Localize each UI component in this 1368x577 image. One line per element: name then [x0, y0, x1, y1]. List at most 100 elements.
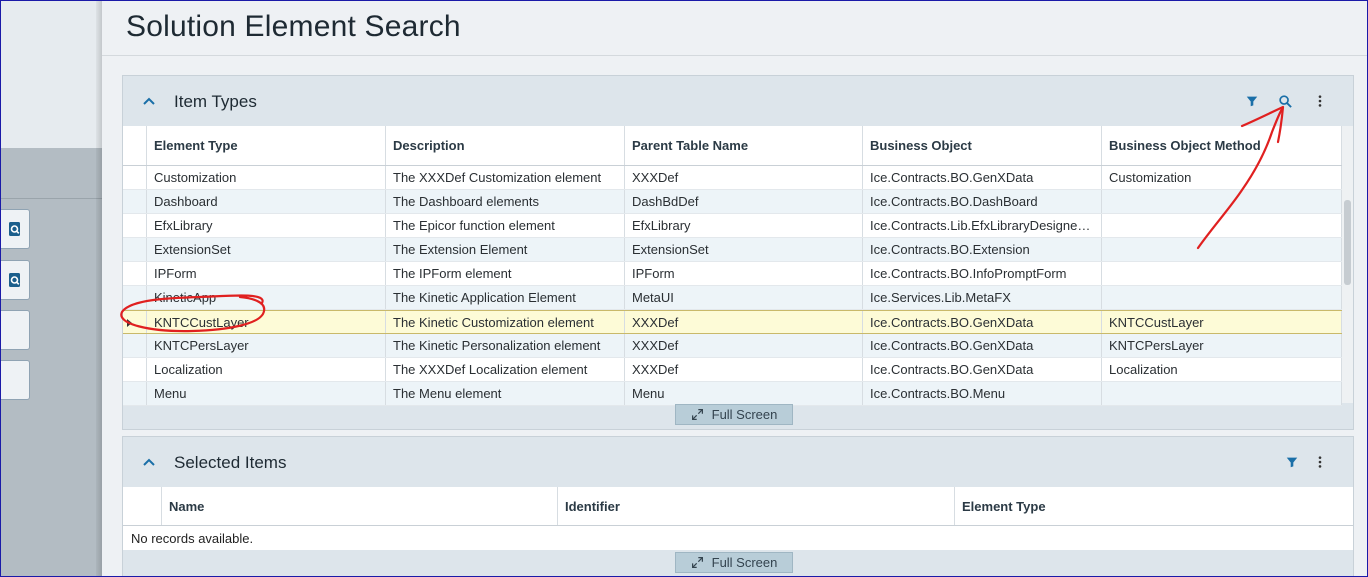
item-types-scroll-thumb[interactable]	[1344, 200, 1351, 285]
cell-business-object-method[interactable]: KNTCCustLayer	[1102, 311, 1342, 333]
cell-element-type[interactable]: KineticApp	[147, 286, 386, 309]
cell-business-object[interactable]: Ice.Contracts.BO.GenXData	[863, 166, 1102, 189]
row-indicator[interactable]	[123, 166, 147, 189]
cell-parent-table-name[interactable]: Menu	[625, 382, 863, 405]
cell-business-object-method[interactable]	[1102, 238, 1342, 261]
table-row[interactable]: Dashboard The Dashboard elements DashBdDef…	[123, 190, 1342, 214]
cell-parent-table-name[interactable]: XXXDef	[625, 311, 863, 333]
cell-business-object-method[interactable]	[1102, 214, 1342, 237]
row-indicator[interactable]	[123, 311, 147, 333]
filter-icon[interactable]	[1244, 93, 1260, 109]
cell-parent-table-name[interactable]: MetaUI	[625, 286, 863, 309]
row-indicator[interactable]	[123, 358, 147, 381]
column-header-description[interactable]: Description	[386, 126, 625, 165]
selected-items-full-screen-button[interactable]: Full Screen	[675, 552, 793, 573]
row-indicator[interactable]	[123, 214, 147, 237]
cell-parent-table-name[interactable]: EfxLibrary	[625, 214, 863, 237]
table-row[interactable]: ExtensionSet The Extension Element Extensi…	[123, 238, 1342, 262]
row-indicator[interactable]	[123, 238, 147, 261]
filter-icon[interactable]	[1284, 454, 1300, 470]
left-search-button-1[interactable]	[0, 209, 30, 249]
column-header-parent-table-name[interactable]: Parent Table Name	[625, 126, 863, 165]
cell-business-object-method[interactable]	[1102, 286, 1342, 309]
left-button-4[interactable]	[0, 360, 30, 400]
cell-business-object[interactable]: Ice.Contracts.BO.GenXData	[863, 311, 1102, 333]
item-types-scrollbar[interactable]	[1342, 126, 1353, 403]
cell-description[interactable]: The XXXDef Localization element	[386, 358, 625, 381]
column-header-element-type[interactable]: Element Type	[147, 126, 386, 165]
row-indicator[interactable]	[123, 334, 147, 357]
cell-parent-table-name[interactable]: IPForm	[625, 262, 863, 285]
row-indicator[interactable]	[123, 286, 147, 309]
cell-description[interactable]: The Kinetic Personalization element	[386, 334, 625, 357]
cell-business-object[interactable]: Ice.Contracts.BO.Menu	[863, 382, 1102, 405]
chevron-up-icon[interactable]	[141, 93, 157, 109]
cell-parent-table-name[interactable]: XXXDef	[625, 358, 863, 381]
cell-business-object[interactable]: Ice.Contracts.Lib.EfxLibraryDesigne…	[863, 214, 1102, 237]
left-search-button-2[interactable]	[0, 260, 30, 300]
cell-description[interactable]: The Dashboard elements	[386, 190, 625, 213]
column-header-identifier[interactable]: Identifier	[558, 487, 955, 525]
row-indicator[interactable]	[123, 190, 147, 213]
table-row[interactable]: KNTCCustLayer The Kinetic Customization e…	[123, 310, 1342, 334]
cell-business-object[interactable]: Ice.Contracts.BO.GenXData	[863, 334, 1102, 357]
cell-element-type[interactable]: Customization	[147, 166, 386, 189]
cell-element-type[interactable]: Localization	[147, 358, 386, 381]
table-row[interactable]: Localization The XXXDef Localization elem…	[123, 358, 1342, 382]
row-indicator[interactable]	[123, 262, 147, 285]
cell-parent-table-name[interactable]: XXXDef	[625, 166, 863, 189]
cell-business-object[interactable]: Ice.Contracts.BO.InfoPromptForm	[863, 262, 1102, 285]
cell-business-object-method[interactable]	[1102, 262, 1342, 285]
cell-description[interactable]: The Extension Element	[386, 238, 625, 261]
more-vertical-icon[interactable]	[1312, 454, 1328, 470]
table-row[interactable]: Customization The XXXDef Customization el…	[123, 166, 1342, 190]
cell-description[interactable]: The Epicor function element	[386, 214, 625, 237]
chevron-up-icon[interactable]	[141, 454, 157, 470]
item-types-grid: Element Type Description Parent Table Na…	[123, 126, 1353, 406]
cell-description[interactable]: The Menu element	[386, 382, 625, 405]
column-header-name[interactable]: Name	[162, 487, 558, 525]
column-header-element-type[interactable]: Element Type	[955, 487, 1353, 525]
cell-business-object-method[interactable]: Customization	[1102, 166, 1342, 189]
cell-business-object-method[interactable]	[1102, 190, 1342, 213]
cell-business-object[interactable]: Ice.Contracts.BO.GenXData	[863, 358, 1102, 381]
expand-icon	[691, 409, 703, 420]
column-header-business-object-method[interactable]: Business Object Method	[1102, 126, 1342, 165]
cell-element-type[interactable]: KNTCPersLayer	[147, 334, 386, 357]
cell-element-type[interactable]: Dashboard	[147, 190, 386, 213]
table-row[interactable]: EfxLibrary The Epicor function element Efx…	[123, 214, 1342, 238]
cell-business-object-method[interactable]	[1102, 382, 1342, 405]
cell-business-object[interactable]: Ice.Services.Lib.MetaFX	[863, 286, 1102, 309]
item-types-full-screen-button[interactable]: Full Screen	[675, 404, 793, 425]
empty-records-message: No records available.	[131, 531, 254, 546]
cell-description[interactable]: The XXXDef Customization element	[386, 166, 625, 189]
cell-parent-table-name[interactable]: XXXDef	[625, 334, 863, 357]
cell-element-type[interactable]: EfxLibrary	[147, 214, 386, 237]
left-button-3[interactable]	[0, 310, 30, 350]
table-row[interactable]: Menu The Menu element Menu Ice.Contracts.BO…	[123, 382, 1342, 406]
cell-business-object[interactable]: Ice.Contracts.BO.DashBoard	[863, 190, 1102, 213]
cell-business-object-method[interactable]: KNTCPersLayer	[1102, 334, 1342, 357]
item-types-header: Item Types	[123, 76, 1353, 126]
row-indicator[interactable]	[123, 382, 147, 405]
more-vertical-icon[interactable]	[1312, 93, 1328, 109]
row-indicator-header	[123, 487, 162, 525]
row-indicator-header	[123, 126, 147, 165]
cell-description[interactable]: The Kinetic Customization element	[386, 311, 625, 333]
cell-business-object-method[interactable]: Localization	[1102, 358, 1342, 381]
table-row[interactable]: IPForm The IPForm element IPForm Ice.Contra…	[123, 262, 1342, 286]
cell-element-type[interactable]: KNTCCustLayer	[147, 311, 386, 333]
cell-element-type[interactable]: IPForm	[147, 262, 386, 285]
table-row[interactable]: KineticApp The Kinetic Application Elemen…	[123, 286, 1342, 310]
search-icon[interactable]	[1277, 93, 1293, 109]
cell-element-type[interactable]: Menu	[147, 382, 386, 405]
cell-element-type[interactable]: ExtensionSet	[147, 238, 386, 261]
cell-parent-table-name[interactable]: ExtensionSet	[625, 238, 863, 261]
selected-items-panel: Selected Items Name Identifier Element T…	[122, 436, 1354, 577]
cell-parent-table-name[interactable]: DashBdDef	[625, 190, 863, 213]
table-row[interactable]: KNTCPersLayer The Kinetic Personalization…	[123, 334, 1342, 358]
cell-business-object[interactable]: Ice.Contracts.BO.Extension	[863, 238, 1102, 261]
column-header-business-object[interactable]: Business Object	[863, 126, 1102, 165]
cell-description[interactable]: The Kinetic Application Element	[386, 286, 625, 309]
cell-description[interactable]: The IPForm element	[386, 262, 625, 285]
